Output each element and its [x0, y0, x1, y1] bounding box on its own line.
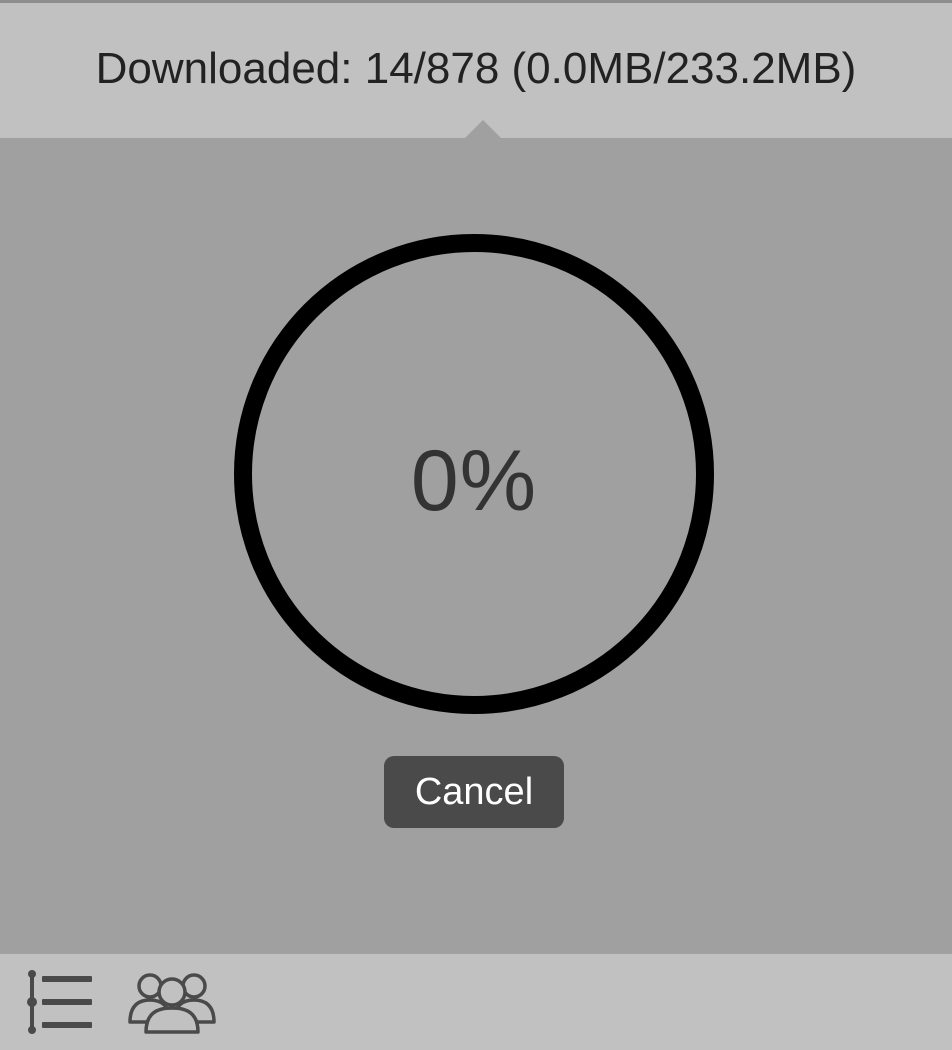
progress-percent: 0% [233, 233, 715, 715]
progress-percent-label: 0% [410, 432, 538, 529]
download-status-text: Downloaded: 14/878 (0.0MB/233.2MB) [95, 44, 857, 93]
cancel-button[interactable]: Cancel [384, 756, 564, 828]
download-status-bar: Downloaded: 14/878 (0.0MB/233.2MB) [0, 3, 952, 138]
list-icon[interactable] [24, 968, 96, 1036]
bottom-toolbar [0, 954, 952, 1050]
status-pointer [465, 120, 501, 138]
group-icon[interactable] [126, 968, 218, 1036]
